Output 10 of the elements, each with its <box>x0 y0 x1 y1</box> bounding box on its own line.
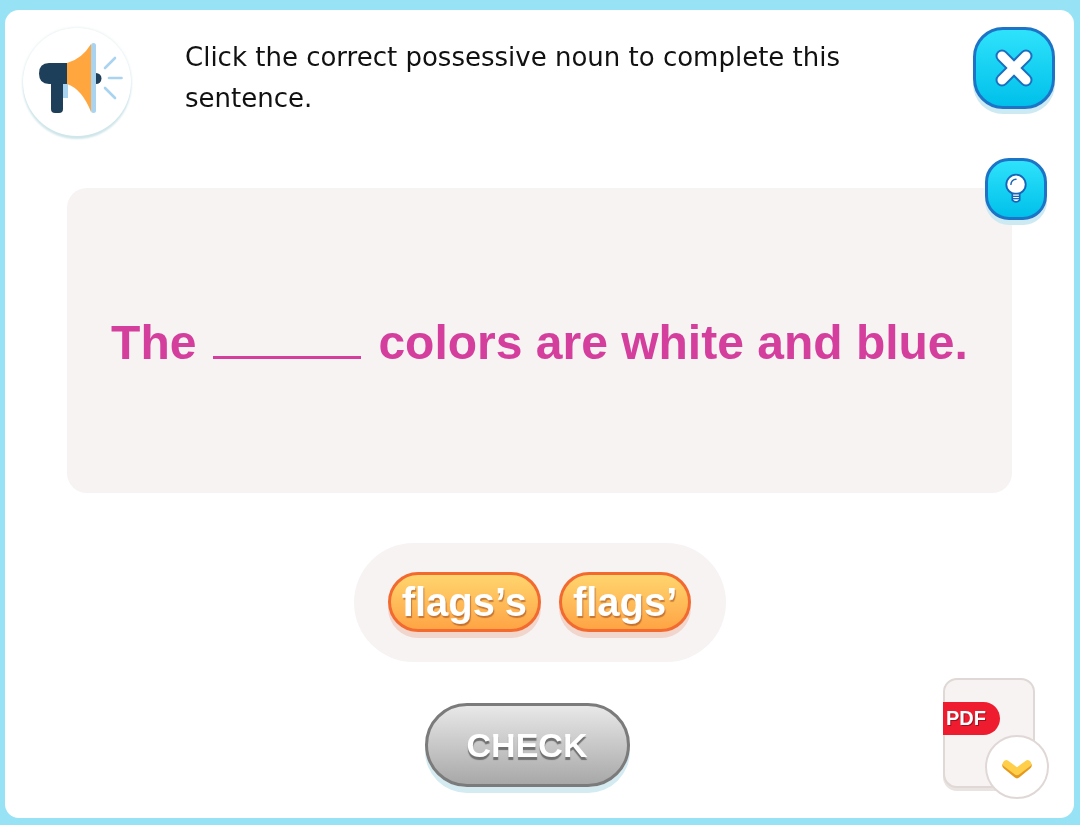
chevron-down-icon <box>1002 759 1032 779</box>
answer-choice-button[interactable]: flags’s <box>387 572 541 632</box>
lightbulb-icon <box>1004 173 1028 205</box>
answer-choice-button[interactable]: flags’ <box>558 572 692 632</box>
sentence-end-text: colors are white and blue. <box>378 315 968 370</box>
close-icon <box>994 48 1034 88</box>
pdf-tag: PDF <box>943 702 1000 735</box>
instruction-text: Click the correct possessive noun to complete this sentence. <box>185 41 842 115</box>
sentence-start-text: The <box>111 315 197 370</box>
megaphone-icon <box>39 43 123 113</box>
